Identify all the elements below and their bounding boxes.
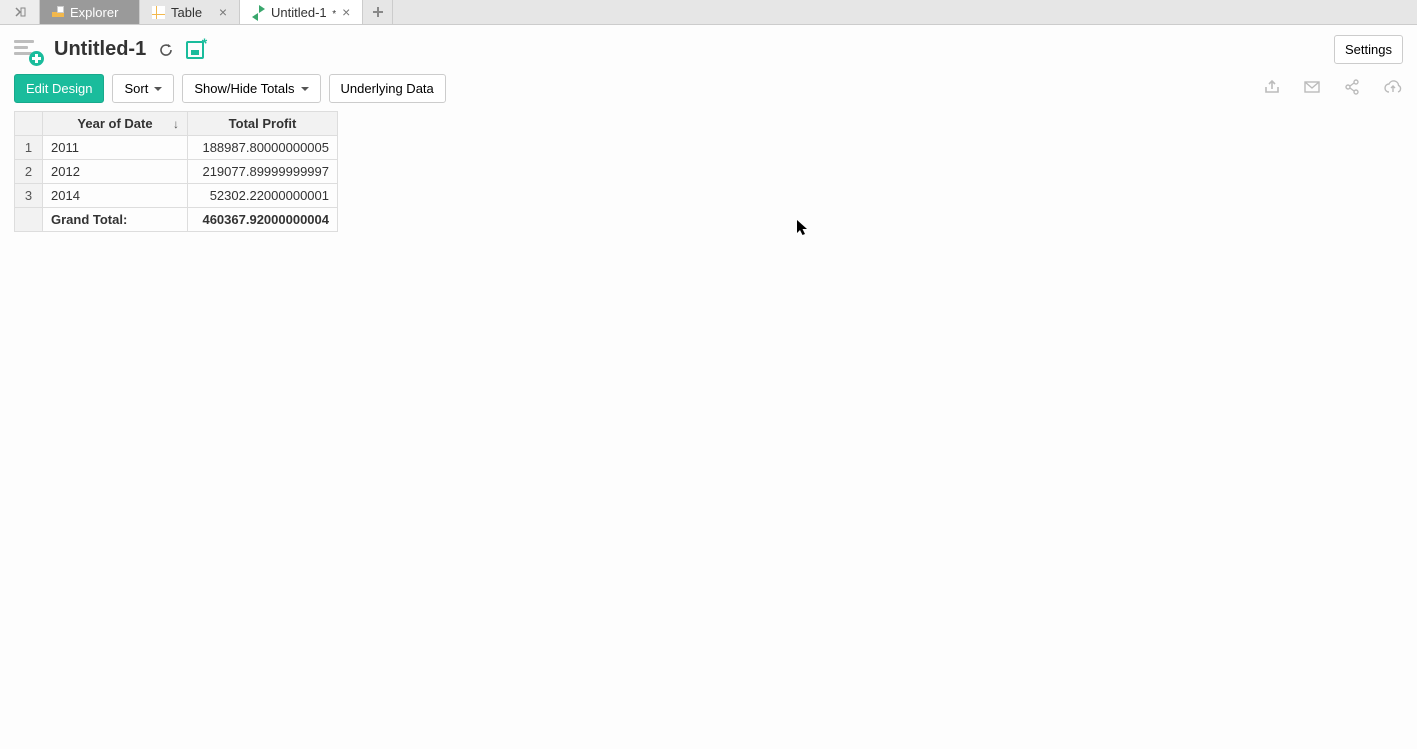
edit-design-button[interactable]: Edit Design	[14, 74, 104, 103]
sort-dropdown[interactable]: Sort	[112, 74, 174, 103]
refresh-button[interactable]	[158, 42, 174, 58]
grand-total-row: Grand Total: 460367.92000000004	[15, 208, 338, 232]
tab-pivot-label: Untitled-1 *	[271, 5, 336, 20]
save-as-button[interactable]	[186, 41, 204, 59]
document-title: Untitled-1	[54, 38, 146, 61]
row-number-cell: 3	[15, 184, 43, 208]
tab-explorer[interactable]: Explorer	[40, 0, 140, 24]
profit-cell: 219077.89999999997	[188, 160, 338, 184]
row-number-cell: 1	[15, 136, 43, 160]
tab-table[interactable]: Table ×	[140, 0, 240, 24]
tab-pivot-name: Untitled-1	[271, 5, 327, 20]
tab-collapse-button[interactable]	[0, 0, 40, 24]
sort-descending-icon: ↓	[173, 117, 179, 131]
row-number-header[interactable]	[15, 112, 43, 136]
year-cell: 2011	[43, 136, 188, 160]
tab-explorer-label: Explorer	[70, 5, 127, 20]
data-table-container: Year of Date ↓ Total Profit 12011188987.…	[0, 111, 1417, 232]
plus-icon	[372, 6, 384, 18]
tab-strip: Explorer Table × Untitled-1 * ×	[0, 0, 1417, 25]
column-header-profit[interactable]: Total Profit	[188, 112, 338, 136]
email-icon	[1303, 78, 1321, 96]
show-hide-totals-label: Show/Hide Totals	[194, 81, 294, 96]
close-icon[interactable]: ×	[342, 5, 350, 19]
table-row[interactable]: 22012219077.89999999997	[15, 160, 338, 184]
column-header-year[interactable]: Year of Date ↓	[43, 112, 188, 136]
table-row[interactable]: 12011188987.80000000005	[15, 136, 338, 160]
grand-total-value: 460367.92000000004	[188, 208, 338, 232]
collapse-icon	[14, 6, 26, 18]
add-menu-button[interactable]	[14, 36, 42, 64]
export-button[interactable]	[1263, 78, 1281, 99]
row-number-cell: 2	[15, 160, 43, 184]
grand-total-rownum	[15, 208, 43, 232]
toolbar: Edit Design Sort Show/Hide Totals Underl…	[0, 70, 1417, 111]
share-icon	[1343, 78, 1361, 96]
profit-cell: 188987.80000000005	[188, 136, 338, 160]
dirty-indicator: *	[332, 9, 336, 20]
caret-down-icon	[154, 87, 162, 91]
show-hide-totals-dropdown[interactable]: Show/Hide Totals	[182, 74, 320, 103]
profit-cell: 52302.22000000001	[188, 184, 338, 208]
year-cell: 2014	[43, 184, 188, 208]
tab-pivot[interactable]: Untitled-1 * ×	[240, 0, 363, 24]
table-row[interactable]: 3201452302.22000000001	[15, 184, 338, 208]
column-header-year-label: Year of Date	[77, 116, 152, 131]
year-cell: 2012	[43, 160, 188, 184]
pivot-icon	[252, 6, 265, 19]
export-icon	[1263, 78, 1281, 96]
sort-label: Sort	[124, 81, 148, 96]
close-icon[interactable]: ×	[219, 5, 227, 19]
explorer-icon	[52, 6, 64, 18]
title-bar: Untitled-1 Settings	[0, 25, 1417, 70]
underlying-data-button[interactable]: Underlying Data	[329, 74, 446, 103]
email-button[interactable]	[1303, 78, 1321, 99]
caret-down-icon	[301, 87, 309, 91]
plus-badge-icon	[29, 51, 44, 66]
cloud-upload-icon	[1383, 78, 1403, 96]
refresh-icon	[158, 42, 174, 58]
share-button[interactable]	[1343, 78, 1361, 99]
grand-total-label: Grand Total:	[43, 208, 188, 232]
tab-table-label: Table	[171, 5, 213, 20]
table-icon	[152, 6, 165, 19]
data-table: Year of Date ↓ Total Profit 12011188987.…	[14, 111, 338, 232]
new-tab-button[interactable]	[363, 0, 393, 24]
settings-button[interactable]: Settings	[1334, 35, 1403, 64]
toolbar-share-icons	[1263, 78, 1403, 99]
cloud-upload-button[interactable]	[1383, 78, 1403, 99]
